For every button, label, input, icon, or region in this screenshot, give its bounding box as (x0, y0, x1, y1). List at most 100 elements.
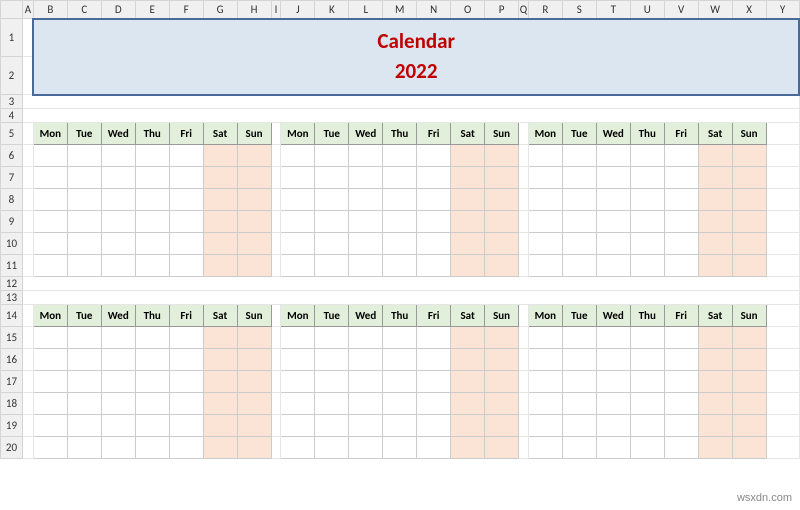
day-head[interactable]: Tue (67, 305, 101, 327)
cal-cell[interactable] (528, 437, 562, 459)
cal-cell-weekend[interactable] (237, 167, 271, 189)
calendar-title-box[interactable]: Calendar 2022 (33, 19, 799, 95)
day-head[interactable]: Mon (528, 305, 562, 327)
col-head[interactable]: L (349, 1, 383, 19)
cal-cell[interactable] (33, 233, 67, 255)
cal-cell[interactable] (169, 371, 203, 393)
cell[interactable] (271, 189, 281, 211)
cell[interactable] (766, 233, 799, 255)
cell[interactable] (22, 291, 799, 305)
cal-cell[interactable] (101, 349, 135, 371)
cal-cell-weekend[interactable] (451, 327, 485, 349)
col-head[interactable]: Q (519, 1, 529, 19)
day-head[interactable]: Fri (664, 123, 698, 145)
cell[interactable] (766, 349, 799, 371)
day-head[interactable]: Thu (383, 305, 417, 327)
cal-cell[interactable] (135, 255, 169, 277)
cal-cell[interactable] (664, 211, 698, 233)
cal-cell[interactable] (562, 393, 596, 415)
cal-cell[interactable] (67, 189, 101, 211)
cal-cell[interactable] (596, 393, 630, 415)
cal-cell-weekend[interactable] (698, 393, 732, 415)
cal-cell[interactable] (562, 211, 596, 233)
cal-cell-weekend[interactable] (237, 327, 271, 349)
cell[interactable] (766, 189, 799, 211)
cal-cell[interactable] (135, 189, 169, 211)
cal-cell[interactable] (33, 167, 67, 189)
cell[interactable] (22, 371, 33, 393)
cal-cell[interactable] (383, 371, 417, 393)
day-head[interactable]: Sun (732, 123, 766, 145)
cal-cell[interactable] (664, 393, 698, 415)
cal-cell[interactable] (664, 145, 698, 167)
cal-cell[interactable] (417, 393, 451, 415)
cal-cell[interactable] (417, 415, 451, 437)
cal-cell[interactable] (101, 145, 135, 167)
day-head[interactable]: Sun (485, 305, 519, 327)
cal-cell-weekend[interactable] (203, 349, 237, 371)
cal-cell[interactable] (281, 415, 315, 437)
row-head[interactable]: 8 (1, 189, 23, 211)
cal-cell[interactable] (101, 167, 135, 189)
row-head[interactable]: 17 (1, 371, 23, 393)
cal-cell[interactable] (135, 167, 169, 189)
cell[interactable] (519, 145, 529, 167)
cell[interactable] (22, 327, 33, 349)
cal-cell[interactable] (417, 437, 451, 459)
col-head[interactable]: K (315, 1, 349, 19)
cal-cell[interactable] (383, 393, 417, 415)
cal-cell[interactable] (101, 415, 135, 437)
cal-cell[interactable] (67, 327, 101, 349)
cal-cell[interactable] (630, 145, 664, 167)
cal-cell[interactable] (562, 233, 596, 255)
col-head[interactable]: O (451, 1, 485, 19)
cal-cell[interactable] (101, 233, 135, 255)
cal-cell-weekend[interactable] (732, 233, 766, 255)
cal-cell[interactable] (349, 233, 383, 255)
cell[interactable] (22, 109, 799, 123)
cal-cell-weekend[interactable] (698, 167, 732, 189)
cell[interactable] (271, 167, 281, 189)
day-head[interactable]: Wed (101, 123, 135, 145)
cal-cell[interactable] (281, 393, 315, 415)
cell[interactable] (519, 371, 529, 393)
cell[interactable] (766, 305, 799, 327)
cal-cell-weekend[interactable] (698, 415, 732, 437)
cal-cell[interactable] (169, 233, 203, 255)
cal-cell[interactable] (33, 371, 67, 393)
cal-cell[interactable] (417, 371, 451, 393)
cal-cell-weekend[interactable] (451, 415, 485, 437)
cal-cell[interactable] (315, 393, 349, 415)
cal-cell[interactable] (169, 327, 203, 349)
cal-cell-weekend[interactable] (203, 189, 237, 211)
cal-cell[interactable] (528, 189, 562, 211)
cal-cell[interactable] (135, 327, 169, 349)
cal-cell[interactable] (664, 327, 698, 349)
col-head[interactable]: T (596, 1, 630, 19)
cal-cell-weekend[interactable] (732, 437, 766, 459)
row-head[interactable]: 7 (1, 167, 23, 189)
cal-cell[interactable] (349, 145, 383, 167)
cell[interactable] (519, 211, 529, 233)
cell[interactable] (22, 189, 33, 211)
cal-cell[interactable] (67, 255, 101, 277)
cal-cell[interactable] (135, 211, 169, 233)
cal-cell[interactable] (596, 233, 630, 255)
cell[interactable] (22, 277, 799, 291)
row-head[interactable]: 14 (1, 305, 23, 327)
day-head[interactable]: Sat (203, 123, 237, 145)
cal-cell[interactable] (417, 167, 451, 189)
cal-cell-weekend[interactable] (485, 211, 519, 233)
cal-cell[interactable] (101, 211, 135, 233)
cal-cell[interactable] (596, 371, 630, 393)
cal-cell[interactable] (349, 393, 383, 415)
cal-cell[interactable] (528, 393, 562, 415)
cal-cell[interactable] (349, 327, 383, 349)
day-head[interactable]: Tue (562, 123, 596, 145)
cal-cell-weekend[interactable] (451, 189, 485, 211)
cal-cell[interactable] (135, 393, 169, 415)
cal-cell[interactable] (315, 211, 349, 233)
row-head[interactable]: 9 (1, 211, 23, 233)
cal-cell[interactable] (349, 255, 383, 277)
day-head[interactable]: Fri (417, 305, 451, 327)
